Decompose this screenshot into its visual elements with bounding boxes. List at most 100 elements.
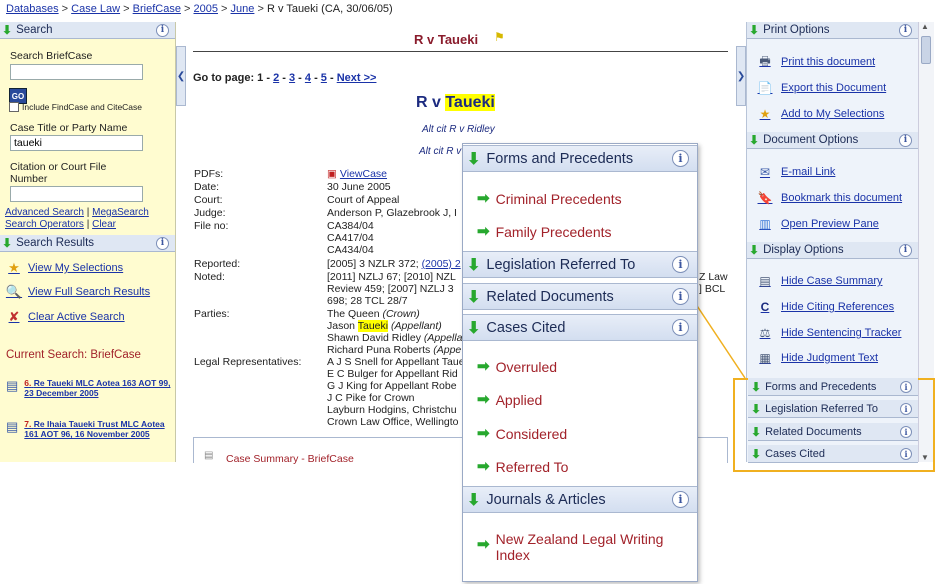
judge-value: Anderson P, Glazebrook J, I [327,207,457,219]
party-name: The Queen [327,308,380,320]
party-line: The Queen (Crown) [327,308,462,320]
info-icon[interactable]: i [900,425,912,438]
green-right-arrow-icon: ➡ [477,391,490,408]
criminal-precedents-link[interactable]: ➡ Criminal Precedents [477,191,622,208]
result-document-link[interactable]: 6. Re Taueki MLC Aotea 163 AOT 99, 23 De… [24,378,171,398]
scroll-thumb[interactable] [921,36,931,64]
section-title: Related Documents [486,288,614,305]
result-title: Re Taueki MLC Aotea 163 AOT 99, 23 Decem… [24,378,171,398]
print-options-title: Print Options [763,24,830,36]
info-icon[interactable]: i [672,288,689,305]
info-icon[interactable]: i [672,150,689,167]
green-arrow-icon: ⬇ [751,446,762,461]
document-options-header[interactable]: ⬇ Document Options i [747,132,918,149]
green-arrow-icon: ⬇ [749,133,760,147]
fileno-value: CA384/04 CA417/04 CA434/04 [327,220,374,256]
collapse-left-tab[interactable]: ❮ [176,46,186,106]
search-panel-title: Search [16,24,53,36]
search-results-title: Search Results [16,237,95,249]
family-precedents-link[interactable]: ➡ Family Precedents [477,223,612,241]
breadcrumb-briefcase[interactable]: BriefCase [133,3,181,15]
info-icon[interactable]: i [900,402,912,415]
add-to-selections-link[interactable]: ★ Add to My Selections [747,105,885,123]
considered-link[interactable]: ➡ Considered [477,426,567,443]
search-operators-link[interactable]: Search Operators [5,219,84,230]
page-link-5[interactable]: 5 [321,72,327,84]
search-panel-header[interactable]: ⬇ Search i [0,22,175,39]
page-link-2[interactable]: 2 [273,72,279,84]
pdfs-value[interactable]: ▣ ViewCase [327,168,387,180]
clear-link[interactable]: Clear [92,219,116,230]
page-link-4[interactable]: 4 [305,72,311,84]
reported-text: [2005] 3 NZLR 372; [327,258,419,270]
summary-icon: ▤ [204,450,214,461]
search-briefcase-input[interactable] [10,64,143,80]
judge-label: Judge: [194,207,226,219]
green-right-arrow-icon: ➡ [477,358,490,375]
info-icon[interactable]: i [672,319,689,336]
info-icon[interactable]: i [156,236,169,250]
party-name: Jason [327,320,358,332]
export-document-link[interactable]: 📄 Export this Document [747,79,887,97]
search-results-header[interactable]: ⬇ Search Results i [0,235,175,252]
clear-active-search-link[interactable]: ✘ Clear Active Search [5,309,125,325]
export-document-label: Export this Document [781,82,887,94]
email-link[interactable]: ✉ E-mail Link [747,163,835,181]
page-navigation: Go to page: 1 - 2 - 3 - 4 - 5 - Next >> [193,72,377,84]
result-document-link[interactable]: 7. Re Ihaia Taueki Trust MLC Aotea 161 A… [24,419,171,439]
result-document[interactable]: ▤ 7. Re Ihaia Taueki Trust MLC Aotea 161… [6,419,171,439]
cases-cited-header[interactable]: ⬇ Cases Cited i [463,314,697,341]
info-icon[interactable]: i [156,23,169,37]
view-my-selections-link[interactable]: ★ View My Selections [5,260,123,276]
breadcrumb-june[interactable]: June [231,3,255,15]
include-findcase-checkbox[interactable] [9,102,19,112]
info-icon[interactable]: i [672,256,689,273]
scroll-up-icon[interactable]: ▲ [921,22,929,31]
result-document[interactable]: ▤ 6. Re Taueki MLC Aotea 163 AOT 99, 23 … [6,378,171,398]
forms-precedents-header[interactable]: ⬇ Forms and Precedents i [463,145,697,172]
view-case-link[interactable]: ViewCase [340,168,387,180]
case-title-label: Case Title or Party Name [10,122,128,134]
nz-legal-writing-index-link[interactable]: ➡ New Zealand Legal Writing Index [477,531,677,563]
legal-line: G J King for Appellant Robe [327,380,457,392]
collapse-right-tab[interactable]: ❯ [736,46,746,106]
info-icon[interactable]: i [672,491,689,508]
legislation-header[interactable]: ⬇ Legislation Referred To i [463,251,697,278]
advanced-search-link[interactable]: Advanced Search [5,207,84,218]
page-link-3[interactable]: 3 [289,72,295,84]
journals-articles-header[interactable]: ⬇ Journals & Articles i [463,486,697,513]
info-icon[interactable]: i [899,23,912,37]
info-icon[interactable]: i [899,133,912,147]
print-options-header[interactable]: ⬇ Print Options i [747,22,918,39]
party-role: (Crown) [382,308,420,320]
info-icon[interactable]: i [900,447,912,460]
megasearch-link[interactable]: MegaSearch [92,207,149,218]
chevron-left-icon: ❮ [176,70,186,82]
current-search-label: Current Search: BriefCase [6,349,141,361]
court-label: Court: [194,194,223,206]
related-documents-header[interactable]: ⬇ Related Documents i [463,283,697,310]
applied-link[interactable]: ➡ Applied [477,391,542,409]
green-right-arrow-icon: ➡ [477,223,490,240]
case-summary-label: Case Summary - BriefCase [226,453,354,465]
collapsed-related-documents[interactable]: ⬇ Related Documents i [748,423,918,441]
breadcrumb-databases[interactable]: Databases [6,3,59,15]
breadcrumb-2005[interactable]: 2005 [194,3,218,15]
view-full-search-results-link[interactable]: 🔍 View Full Search Results [5,284,150,300]
party-line: Shawn David Ridley (Appella [327,332,462,344]
overruled-link[interactable]: ➡ Overruled [477,358,557,376]
referred-to-link[interactable]: ➡ Referred To [477,459,568,476]
fileno-2: CA417/04 [327,232,374,244]
breadcrumb-case-law[interactable]: Case Law [71,3,120,15]
date-value: 30 June 2005 [327,181,391,193]
collapsed-cases-cited[interactable]: ⬇ Cases Cited i [748,445,918,463]
citation-input[interactable] [10,186,143,202]
reported-value: [2005] 3 NZLR 372; (2005) 2 [327,258,461,270]
next-page-link[interactable]: Next >> [337,72,377,84]
document-header-title: R v Taueki [414,32,479,47]
collapsed-legislation[interactable]: ⬇ Legislation Referred To i [748,400,918,418]
flag-icon[interactable]: ⚑ [494,30,505,44]
reported-link[interactable]: (2005) 2 [422,258,461,270]
print-document-link[interactable]: 🖶 Print this document [747,53,875,71]
case-title-input[interactable] [10,135,143,151]
